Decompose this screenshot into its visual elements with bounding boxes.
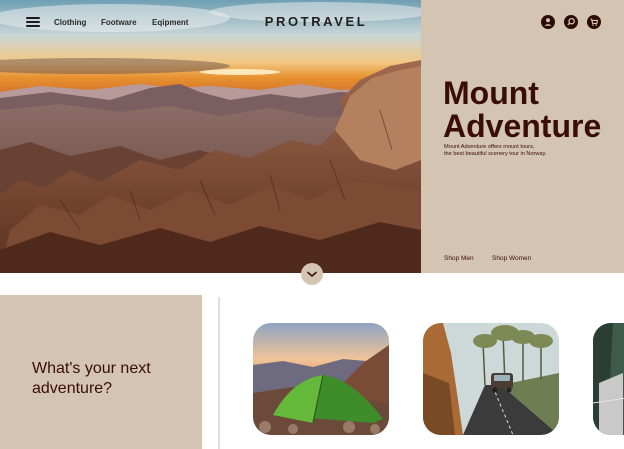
shop-men-link[interactable]: Shop Men xyxy=(444,255,474,262)
top-navigation: Clothing Footware Eqipment PROTRAVEL xyxy=(0,0,624,46)
adventure-card-tent[interactable] xyxy=(253,323,389,435)
hero-title: Mount Adventure xyxy=(443,77,623,143)
hamburger-menu-icon[interactable] xyxy=(26,17,40,27)
search-icon[interactable] xyxy=(564,15,578,29)
adventure-card-forest[interactable] xyxy=(593,323,624,435)
nav-link-clothing[interactable]: Clothing xyxy=(54,18,86,27)
section-divider xyxy=(218,297,220,449)
scroll-down-button[interactable] xyxy=(301,263,323,285)
hero-title-line-1: Mount xyxy=(443,75,539,111)
hero-title-line-2: Adventure xyxy=(443,108,602,144)
cart-icon[interactable] xyxy=(587,15,601,29)
chevron-down-icon xyxy=(307,271,317,277)
promo-heading-line-1: What's your next xyxy=(32,360,151,377)
page: Clothing Footware Eqipment PROTRAVEL Mou… xyxy=(0,0,624,449)
nav-link-equipment[interactable]: Eqipment xyxy=(152,18,188,27)
hero-tagline: Mount Adventure offers mount tours, the … xyxy=(444,144,614,158)
promo-heading-line-2: adventure? xyxy=(32,380,113,397)
user-icon[interactable] xyxy=(541,15,555,29)
brand-logo[interactable]: PROTRAVEL xyxy=(246,14,386,29)
hero-tagline-line-1: Mount Adventure offers mount tours, xyxy=(444,144,535,150)
adventure-card-road[interactable] xyxy=(423,323,559,435)
shop-women-link[interactable]: Shop Women xyxy=(492,255,531,262)
nav-link-footware[interactable]: Footware xyxy=(101,18,137,27)
promo-heading: What's your next adventure? xyxy=(32,359,192,399)
hero-tagline-line-2: the best beautiful scenery tour in Norwa… xyxy=(444,151,547,157)
